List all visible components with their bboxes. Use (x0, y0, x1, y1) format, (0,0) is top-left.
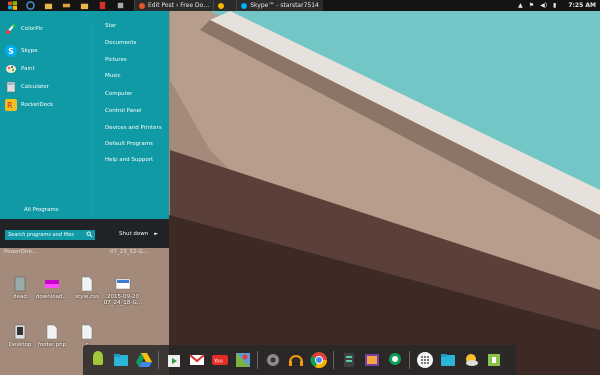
menu-item-computer[interactable]: Computer (105, 91, 132, 97)
app-icon[interactable] (114, 1, 126, 10)
taskbar-tab-edit-post[interactable]: Edit Post ‹ Free Do… (134, 0, 214, 11)
system-tray: ▲ ⚑ ◀) ▮ 7:25 AM (518, 0, 596, 11)
calculator-icon[interactable] (340, 351, 358, 369)
menu-item-help-support[interactable]: Help and Support (105, 157, 153, 163)
headphones-icon[interactable] (287, 351, 305, 369)
menu-item-pictures[interactable]: Pictures (105, 57, 127, 63)
weather-icon[interactable] (462, 351, 480, 369)
chrome-icon (218, 2, 225, 9)
taskbar-tab-skype[interactable]: Skype™ - starstar7514 (236, 0, 323, 11)
apps-icon[interactable] (416, 351, 434, 369)
apk-icon[interactable] (485, 351, 503, 369)
colorpic-icon (5, 23, 17, 35)
paint-icon (5, 63, 17, 75)
media-icon[interactable] (96, 1, 108, 10)
search-input[interactable]: Search programs and files (5, 230, 95, 240)
desktop-item-label: 07_23_52-G… (110, 249, 149, 255)
ie-icon[interactable] (24, 1, 36, 10)
taskbar: Edit Post ‹ Free Do… Skype™ - starstar75… (0, 0, 600, 11)
divider (158, 351, 159, 369)
all-programs-link[interactable]: All Programs (24, 207, 59, 213)
chevron-right-icon[interactable]: ► (154, 231, 158, 237)
file-icon (14, 276, 26, 292)
chevron-up-icon[interactable]: ▲ (518, 2, 523, 9)
clock[interactable]: 7:25 AM (568, 2, 596, 9)
search-icon (86, 231, 93, 238)
desktop-icon-footer-php[interactable]: footer.php (32, 324, 72, 348)
dock: You (83, 345, 516, 375)
taskbar-tab-chrome[interactable] (213, 0, 237, 11)
youtube-icon[interactable]: You (211, 351, 229, 369)
desktop-icon-screenshot[interactable]: 2015-09-20 07_24_18-G… (103, 276, 143, 306)
menu-item-star[interactable]: Star (105, 23, 116, 29)
divider (92, 25, 93, 215)
menu-item-documents[interactable]: Documents (105, 40, 136, 46)
start-button[interactable] (6, 1, 18, 10)
windows-icon (7, 1, 17, 10)
svg-text:R: R (7, 101, 13, 110)
desktop-icon-style-css[interactable]: style.css (67, 276, 107, 300)
gmail-icon[interactable] (188, 351, 206, 369)
maps-icon[interactable] (234, 351, 252, 369)
settings-icon[interactable] (264, 351, 282, 369)
folder-icon[interactable] (112, 351, 130, 369)
firefox-icon (139, 2, 145, 9)
divider (333, 351, 334, 369)
menu-item-devices-printers[interactable]: Devices and Printers (105, 125, 162, 131)
menu-item-control-panel[interactable]: Control Panel (105, 108, 141, 114)
files-icon[interactable] (439, 351, 457, 369)
photos-icon[interactable] (363, 351, 381, 369)
program-paint[interactable]: Paint (5, 62, 35, 76)
program-colorpic[interactable]: ColorPic (5, 22, 43, 36)
volume-icon[interactable]: ◀) (540, 2, 547, 9)
network-icon[interactable]: ▮ (553, 2, 556, 9)
drive-icon[interactable] (135, 351, 153, 369)
flag-icon[interactable]: ⚑ (529, 2, 534, 9)
rocketdock-icon: R (5, 99, 17, 111)
file-icon (46, 324, 58, 340)
hangouts-icon[interactable] (386, 351, 404, 369)
image-file-icon (115, 278, 131, 290)
image-file-icon (45, 280, 59, 288)
menu-item-default-programs[interactable]: Default Programs (105, 141, 153, 147)
skype-icon: S (5, 45, 17, 57)
shutdown-button[interactable]: Shut down ► (119, 231, 158, 237)
svg-text:You: You (213, 359, 223, 365)
desktop-item-label: PowerDire… (4, 249, 38, 255)
folder-icon (14, 324, 26, 340)
program-rocketdock[interactable]: R RocketDock (5, 98, 53, 112)
file-icon (81, 276, 93, 292)
program-calculator[interactable]: Calculator (5, 80, 49, 94)
folder-icon[interactable] (78, 1, 90, 10)
file-icon (81, 324, 93, 340)
chrome-icon[interactable] (310, 351, 328, 369)
divider (257, 351, 258, 369)
play-store-icon[interactable] (165, 351, 183, 369)
program-skype[interactable]: S Skype (5, 44, 38, 58)
menu-item-music[interactable]: Music (105, 73, 121, 79)
app-icon[interactable] (60, 1, 72, 10)
divider (409, 351, 410, 369)
skype-icon (241, 2, 248, 9)
android-icon[interactable] (89, 351, 107, 369)
folder-icon[interactable] (42, 1, 54, 10)
start-menu (0, 11, 169, 219)
calculator-icon (5, 81, 17, 93)
desktop-icon-download[interactable]: download… (32, 276, 72, 300)
